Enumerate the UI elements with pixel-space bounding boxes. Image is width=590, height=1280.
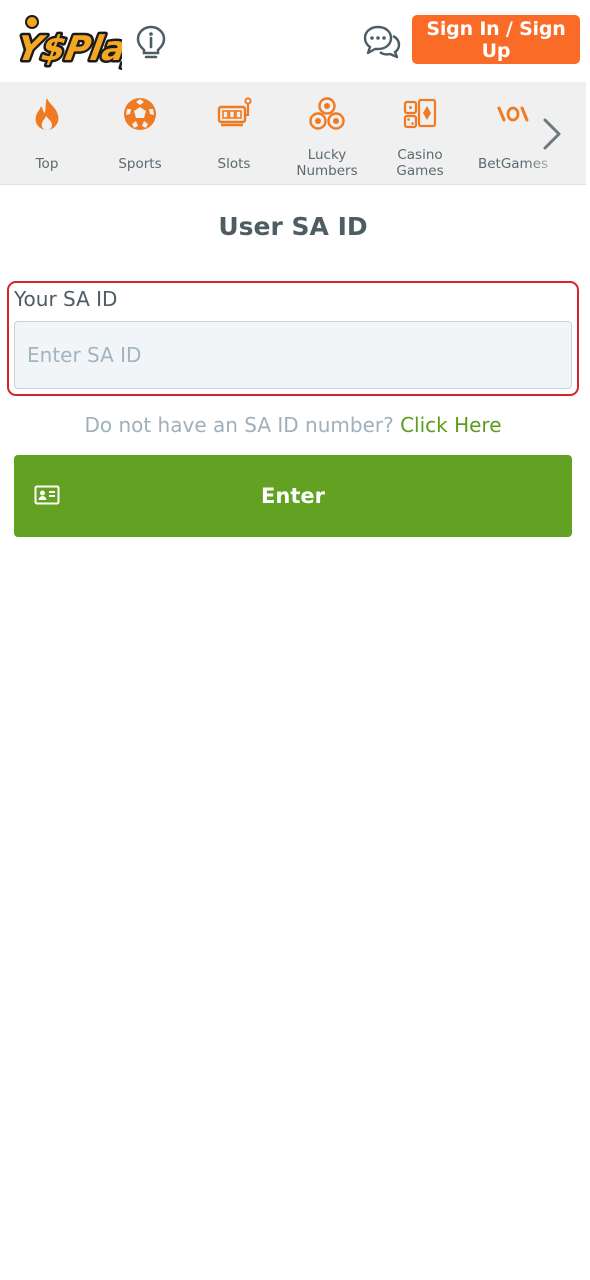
lottery-balls-icon bbox=[309, 97, 345, 130]
casino-cards-icon bbox=[403, 98, 437, 129]
svg-text:Y$Play: Y$Play bbox=[14, 29, 122, 69]
category-label: Sports bbox=[118, 156, 162, 172]
enter-button[interactable]: Enter bbox=[14, 455, 572, 537]
category-label: Slots bbox=[217, 156, 251, 172]
category-sports[interactable]: Sports bbox=[93, 82, 187, 185]
slot-machine-icon bbox=[217, 97, 252, 127]
page-title: User SA ID bbox=[218, 212, 368, 241]
sa-id-input[interactable] bbox=[14, 321, 572, 389]
category-bar: Top Sports Slots Lucky Numbers Casino Ga… bbox=[0, 82, 586, 185]
category-label: Casino Games bbox=[396, 147, 444, 179]
category-label: Lucky Numbers bbox=[296, 147, 358, 179]
enter-button-label: Enter bbox=[261, 484, 325, 508]
chevron-right-icon[interactable] bbox=[538, 114, 566, 154]
soccer-ball-icon bbox=[124, 98, 156, 130]
yesplay-logo[interactable]: Y$Play Y$Play bbox=[10, 12, 122, 70]
category-slots[interactable]: Slots bbox=[187, 82, 281, 185]
header: Y$Play Y$Play Sign In / Sign Up bbox=[0, 0, 590, 82]
info-bulb-icon[interactable] bbox=[134, 24, 168, 60]
fire-icon bbox=[35, 98, 59, 130]
no-sa-id-text: Do not have an SA ID number? bbox=[84, 413, 394, 437]
category-casino-games[interactable]: Casino Games bbox=[373, 82, 467, 185]
category-bar-divider bbox=[0, 184, 586, 185]
category-label: Top bbox=[35, 156, 59, 172]
click-here-link[interactable]: Click Here bbox=[400, 413, 501, 437]
chat-bubbles-icon[interactable] bbox=[362, 24, 402, 60]
sign-in-sign-up-button[interactable]: Sign In / Sign Up bbox=[412, 15, 580, 64]
no-sa-id-prompt: Do not have an SA ID number? Click Here bbox=[0, 413, 586, 437]
sa-id-field-label: Your SA ID bbox=[14, 287, 118, 311]
category-lucky-numbers[interactable]: Lucky Numbers bbox=[280, 82, 374, 185]
category-top[interactable]: Top bbox=[0, 82, 94, 185]
